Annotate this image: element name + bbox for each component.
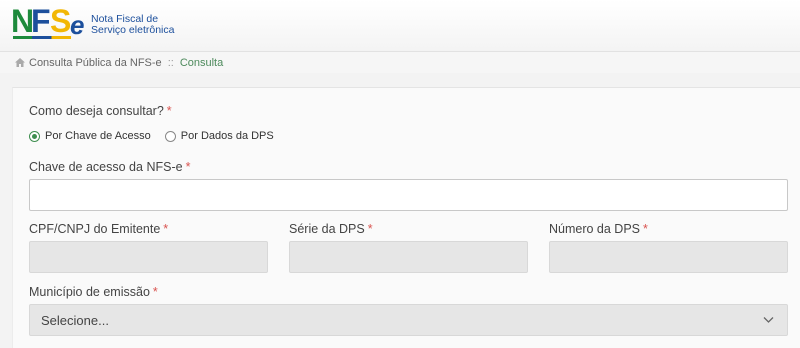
radio-chave-acesso[interactable]: Por Chave de Acesso — [29, 130, 151, 142]
breadcrumb: Consulta Pública da NFS-e :: Consulta — [0, 51, 800, 73]
logo-letter-s: S — [50, 3, 72, 39]
serie-dps-label-text: Série da DPS — [289, 222, 365, 236]
serie-dps-label: Série da DPS * — [289, 222, 373, 236]
radio-dados-dps-circle[interactable] — [164, 130, 176, 142]
logo-color-bar — [13, 36, 71, 39]
cpf-cnpj-input[interactable] — [29, 241, 268, 273]
numero-dps-label-text: Número da DPS — [549, 222, 641, 236]
cpf-cnpj-label: CPF/CNPJ do Emitente * — [29, 222, 168, 236]
required-mark: * — [166, 104, 172, 118]
radio-dados-dps[interactable]: Por Dados da DPS — [164, 130, 274, 142]
logo-letter-n: N — [11, 3, 34, 39]
question-label-text: Como deseja consultar? — [29, 104, 164, 118]
cpf-cnpj-label-text: CPF/CNPJ do Emitente — [29, 222, 161, 236]
chave-acesso-label-text: Chave de acesso da NFS-e — [29, 160, 183, 174]
radio-chave-acesso-circle[interactable] — [29, 130, 40, 142]
municipio-label: Município de emissão * — [29, 285, 158, 299]
chave-acesso-input[interactable] — [29, 179, 788, 211]
logo-letter-f: F — [31, 3, 51, 39]
municipio-select-value: Selecione... — [41, 312, 109, 328]
required-mark: * — [185, 160, 191, 174]
chave-acesso-label: Chave de acesso da NFS-e * — [29, 160, 190, 174]
logo-tagline-line2: Serviço eletrônica — [91, 24, 175, 36]
required-mark: * — [643, 222, 648, 236]
logo-letter-e: e — [70, 10, 85, 40]
breadcrumb-separator: :: — [167, 56, 174, 69]
question-label: Como deseja consultar? * — [29, 104, 172, 118]
numero-dps-input[interactable] — [549, 241, 788, 273]
municipio-label-text: Município de emissão — [29, 285, 150, 299]
breadcrumb-current: Consulta — [179, 56, 224, 69]
top-header: N F S e Nota Fiscal de Serviço eletrônic… — [0, 0, 800, 50]
radio-chave-acesso-label: Por Chave de Acesso — [45, 130, 151, 142]
nfse-logo-mark: N F S e — [11, 5, 89, 39]
numero-dps-label: Número da DPS * — [549, 222, 648, 236]
consulta-type-radio-group: Por Chave de Acesso Por Dados da DPS — [29, 130, 288, 142]
required-mark: * — [367, 222, 373, 236]
logo-tagline: Nota Fiscal de Serviço eletrônica — [91, 14, 174, 39]
required-mark: * — [152, 285, 158, 299]
required-mark: * — [163, 222, 169, 236]
nfse-logo[interactable]: N F S e Nota Fiscal de Serviço eletrônic… — [11, 5, 174, 39]
breadcrumb-parent-link[interactable]: Consulta Pública da NFS-e — [29, 57, 162, 69]
radio-dados-dps-label: Por Dados da DPS — [180, 130, 274, 142]
home-icon[interactable] — [15, 58, 25, 67]
chevron-down-icon — [763, 317, 774, 323]
municipio-select[interactable]: Selecione... — [29, 304, 788, 336]
serie-dps-input[interactable] — [289, 241, 528, 273]
